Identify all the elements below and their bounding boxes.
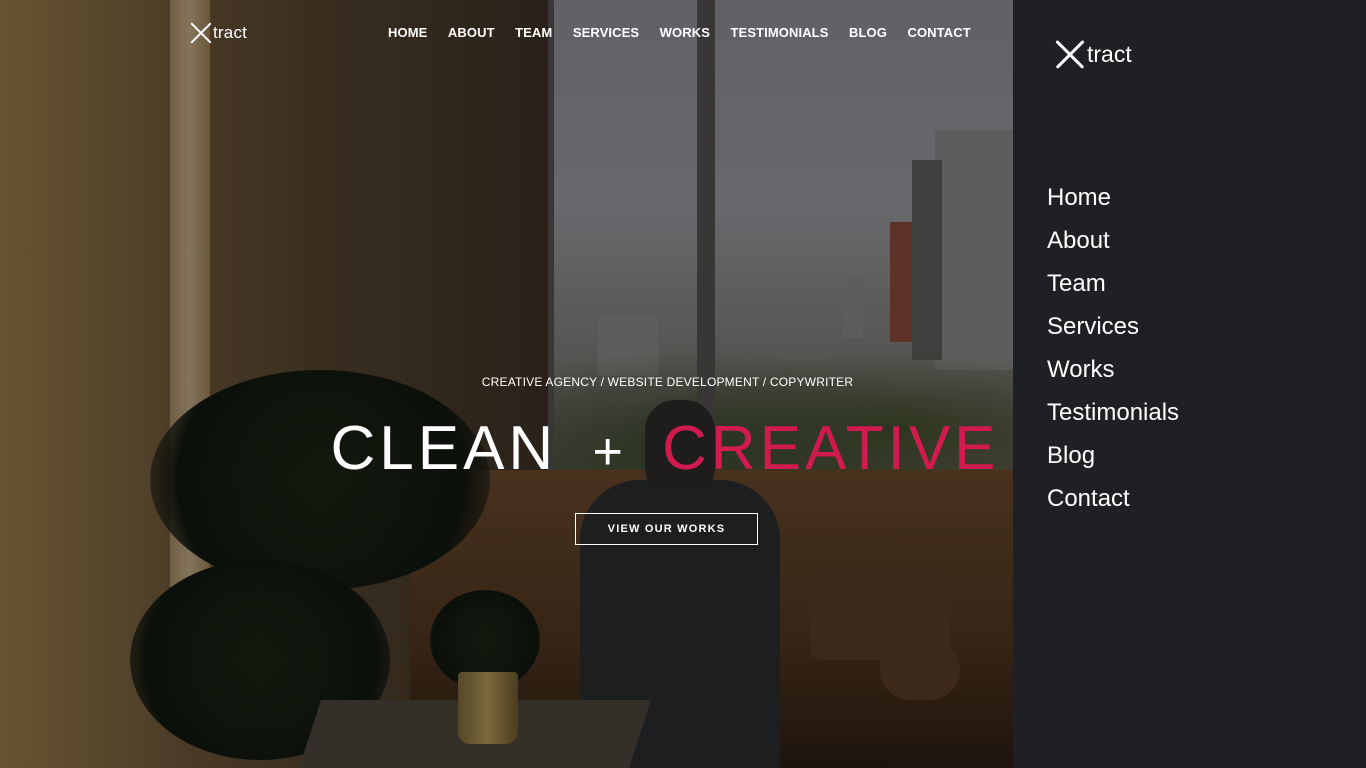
side-menu-item-about[interactable]: About — [1047, 219, 1179, 262]
view-our-works-button[interactable]: VIEW OUR WORKS — [575, 513, 758, 545]
headline-plus: + — [592, 423, 627, 481]
side-menu-panel: tract Home About Team Services Works Tes… — [1013, 0, 1366, 768]
nav-link-blog[interactable]: BLOG — [849, 25, 887, 40]
brand-logo[interactable]: tract — [190, 22, 247, 44]
side-menu-item-services[interactable]: Services — [1047, 305, 1179, 348]
top-navigation: HOME ABOUT TEAM SERVICES WORKS TESTIMONI… — [388, 25, 991, 40]
nav-link-contact[interactable]: CONTACT — [907, 25, 970, 40]
nav-link-home[interactable]: HOME — [388, 25, 427, 40]
hero-section: tract HOME ABOUT TEAM SERVICES WORKS TES… — [0, 0, 1013, 768]
panel-brand-name: tract — [1087, 40, 1132, 67]
headline-creative: CREATIVE — [662, 414, 1000, 483]
side-menu-item-team[interactable]: Team — [1047, 262, 1179, 305]
x-logo-icon — [190, 22, 212, 44]
nav-link-testimonials[interactable]: TESTIMONIALS — [731, 25, 829, 40]
side-menu-item-home[interactable]: Home — [1047, 176, 1179, 219]
nav-link-services[interactable]: SERVICES — [573, 25, 639, 40]
side-menu: Home About Team Services Works Testimoni… — [1047, 176, 1179, 520]
panel-brand-logo[interactable]: tract — [1055, 39, 1132, 69]
brand-name: tract — [213, 23, 248, 42]
side-menu-item-contact[interactable]: Contact — [1047, 477, 1179, 520]
side-menu-item-works[interactable]: Works — [1047, 348, 1179, 391]
hero-tagline: CREATIVE AGENCY / WEBSITE DEVELOPMENT / … — [481, 375, 854, 389]
hero-headline: CLEAN + CREATIVE — [0, 413, 1013, 484]
x-logo-icon — [1055, 39, 1085, 69]
side-menu-item-blog[interactable]: Blog — [1047, 434, 1179, 477]
nav-link-works[interactable]: WORKS — [660, 25, 710, 40]
side-menu-item-testimonials[interactable]: Testimonials — [1047, 391, 1179, 434]
headline-clean: CLEAN — [330, 414, 558, 483]
nav-link-team[interactable]: TEAM — [515, 25, 552, 40]
nav-link-about[interactable]: ABOUT — [448, 25, 495, 40]
